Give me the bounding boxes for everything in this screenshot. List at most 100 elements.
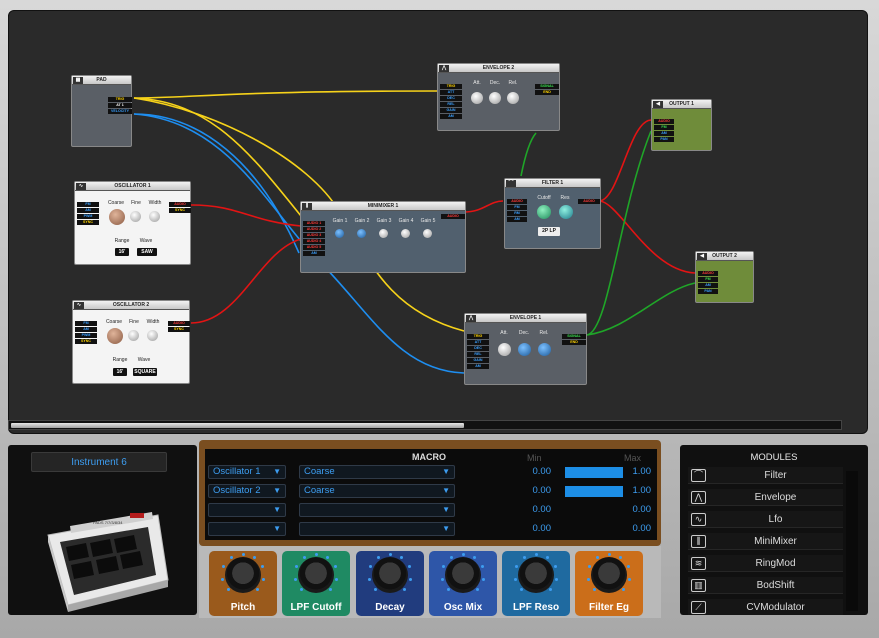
- mixer-in-am[interactable]: AM: [303, 251, 325, 256]
- osc2-fine-knob[interactable]: [128, 330, 139, 341]
- osc2-out-audio[interactable]: AUDIO: [168, 321, 190, 326]
- modules-list-scrollbar[interactable]: [846, 471, 858, 611]
- env2-in-trig[interactable]: TRIG: [440, 84, 462, 89]
- osc1-in-sync[interactable]: SYNC: [77, 220, 99, 225]
- osc1-range-select[interactable]: 16': [115, 248, 129, 256]
- macro-row2-max[interactable]: 1.00: [605, 485, 652, 496]
- canvas-horizontal-scrollbar[interactable]: [8, 420, 842, 430]
- macro-row1-max[interactable]: 1.00: [605, 466, 652, 477]
- osc1-fine-knob[interactable]: [130, 211, 141, 222]
- macro-row2-param-select[interactable]: Coarse ▼: [299, 484, 455, 498]
- env2-out-signal[interactable]: SIGNAL: [535, 84, 559, 89]
- env2-in-gain[interactable]: GAIN: [440, 108, 462, 113]
- macro-row1-min[interactable]: 0.00: [505, 466, 552, 477]
- filter-in-rm[interactable]: RM: [507, 211, 527, 216]
- mixer-in-audio5[interactable]: AUDIO 5: [303, 245, 325, 250]
- module-item-envelope[interactable]: ⋀ Envelope: [688, 489, 843, 506]
- osc2-wave-select[interactable]: SQUARE: [133, 368, 157, 376]
- env1-in-gain[interactable]: GAIN: [467, 358, 489, 363]
- env2-in-am[interactable]: AM: [440, 114, 462, 119]
- output2-module[interactable]: ◀ OUTPUT 2 AUDIO FM AM PAN: [695, 251, 754, 303]
- env2-out-end[interactable]: END: [535, 90, 559, 95]
- macro-row3-min[interactable]: 0.00: [505, 504, 552, 515]
- osc2-in-fm[interactable]: FM: [75, 321, 97, 326]
- osc2-width-knob[interactable]: [147, 330, 158, 341]
- osc1-wave-select[interactable]: SAW: [137, 248, 157, 256]
- env2-att-knob[interactable]: [471, 92, 483, 104]
- out2-in-audio[interactable]: AUDIO: [698, 271, 718, 276]
- filter-module[interactable]: ⌒ FILTER 1 AUDIO FM RM AM AUDIO Cutoff Re…: [504, 178, 601, 249]
- oscillator2-module[interactable]: ∿ OSCILLATOR 2 FM AM PWM SYNC AUDIO SYNC …: [72, 300, 190, 384]
- envelope1-module[interactable]: ⋀ ENVELOPE 1 TRIG ATT DEC REL GAIN AM SIG…: [464, 313, 587, 385]
- pad-module[interactable]: ▦ PAD TRIG AT 1 VELOCITY: [71, 75, 132, 147]
- filter-in-audio[interactable]: AUDIO: [507, 199, 527, 204]
- out1-in-audio[interactable]: AUDIO: [654, 119, 674, 124]
- modular-patch-canvas[interactable]: ▦ PAD TRIG AT 1 VELOCITY ∿ OSCILLATOR 1 FM…: [8, 10, 868, 434]
- mixer-in-audio2[interactable]: AUDIO 2: [303, 227, 325, 232]
- filter-out-audio[interactable]: AUDIO: [578, 199, 600, 204]
- macro-knob-osc-mix[interactable]: Osc Mix: [429, 551, 497, 616]
- pad-out-trig[interactable]: TRIG: [108, 97, 132, 102]
- env2-in-rel[interactable]: REL: [440, 102, 462, 107]
- mixer-in-audio1[interactable]: AUDIO 1: [303, 221, 325, 226]
- env1-rel-knob[interactable]: [538, 343, 551, 356]
- env2-in-dec[interactable]: DEC: [440, 96, 462, 101]
- macro-row4-max[interactable]: 0.00: [605, 523, 652, 534]
- macro-row2-module-select[interactable]: Oscillator 2 ▼: [208, 484, 286, 498]
- mixer-in-audio3[interactable]: AUDIO 3: [303, 233, 325, 238]
- macro-row1-param-select[interactable]: Coarse ▼: [299, 465, 455, 479]
- module-item-cvmodulator[interactable]: ⟋ CVModulator: [688, 599, 843, 615]
- env1-out-signal[interactable]: SIGNAL: [562, 334, 586, 339]
- pad-out-at[interactable]: AT 1: [108, 103, 132, 108]
- oscillator1-module[interactable]: ∿ OSCILLATOR 1 FM AM PWM SYNC AUDIO SYNC …: [74, 181, 191, 265]
- out1-in-am[interactable]: AM: [654, 131, 674, 136]
- macro-row3-param-select[interactable]: ▼: [299, 503, 455, 517]
- osc1-out-sync[interactable]: SYNC: [169, 208, 191, 213]
- osc1-width-knob[interactable]: [149, 211, 160, 222]
- macro-row1-module-select[interactable]: Oscillator 1 ▼: [208, 465, 286, 479]
- macro-row4-param-select[interactable]: ▼: [299, 522, 455, 536]
- module-item-lfo[interactable]: ∿ Lfo: [688, 511, 843, 528]
- osc2-in-am[interactable]: AM: [75, 327, 97, 332]
- env1-att-knob[interactable]: [498, 343, 511, 356]
- module-item-minimixer[interactable]: ⫼ MiniMixer: [688, 533, 843, 550]
- env2-in-att[interactable]: ATT: [440, 90, 462, 95]
- macro-row3-max[interactable]: 0.00: [605, 504, 652, 515]
- macro-row2-min[interactable]: 0.00: [505, 485, 552, 496]
- filter-mode-select[interactable]: 2P LP: [538, 227, 560, 236]
- envelope2-module[interactable]: ⋀ ENVELOPE 2 TRIG ATT DEC REL GAIN AM SIG…: [437, 63, 560, 131]
- osc2-out-sync[interactable]: SYNC: [168, 327, 190, 332]
- mixer-gain5-knob[interactable]: [423, 229, 432, 238]
- osc2-in-sync[interactable]: SYNC: [75, 339, 97, 344]
- env1-in-rel[interactable]: REL: [467, 352, 489, 357]
- filter-res-knob[interactable]: [559, 205, 573, 219]
- osc1-out-audio[interactable]: AUDIO: [169, 202, 191, 207]
- macro-row3-module-select[interactable]: ▼: [208, 503, 286, 517]
- osc2-range-select[interactable]: 16': [113, 368, 127, 376]
- env1-dec-knob[interactable]: [518, 343, 531, 356]
- osc1-in-pwm[interactable]: PWM: [77, 214, 99, 219]
- out2-in-pan[interactable]: PAN: [698, 289, 718, 294]
- mixer-gain1-knob[interactable]: [335, 229, 344, 238]
- mixer-in-audio4[interactable]: AUDIO 4: [303, 239, 325, 244]
- output1-module[interactable]: ◀ OUTPUT 1 AUDIO FM AM PAN: [651, 99, 712, 151]
- osc2-coarse-knob[interactable]: [107, 328, 123, 344]
- minimixer-module[interactable]: ⫼ MINIMIXER 1 AUDIO 1 AUDIO 2 AUDIO 3 AUD…: [300, 201, 466, 273]
- filter-in-am[interactable]: AM: [507, 217, 527, 222]
- out2-in-am[interactable]: AM: [698, 283, 718, 288]
- env1-in-att[interactable]: ATT: [467, 340, 489, 345]
- macro-row4-min[interactable]: 0.00: [505, 523, 552, 534]
- osc1-in-am[interactable]: AM: [77, 208, 99, 213]
- filter-cutoff-knob[interactable]: [537, 205, 551, 219]
- env1-out-end[interactable]: END: [562, 340, 586, 345]
- mixer-out-audio[interactable]: AUDIO: [441, 214, 465, 219]
- env1-in-dec[interactable]: DEC: [467, 346, 489, 351]
- mixer-gain4-knob[interactable]: [401, 229, 410, 238]
- osc1-in-fm[interactable]: FM: [77, 202, 99, 207]
- macro-row4-module-select[interactable]: ▼: [208, 522, 286, 536]
- macro-knob-lpf-reso[interactable]: LPF Reso: [502, 551, 570, 616]
- env1-in-am[interactable]: AM: [467, 364, 489, 369]
- env2-rel-knob[interactable]: [507, 92, 519, 104]
- module-item-filter[interactable]: ⌒ Filter: [688, 467, 843, 484]
- scrollbar-thumb[interactable]: [11, 423, 464, 428]
